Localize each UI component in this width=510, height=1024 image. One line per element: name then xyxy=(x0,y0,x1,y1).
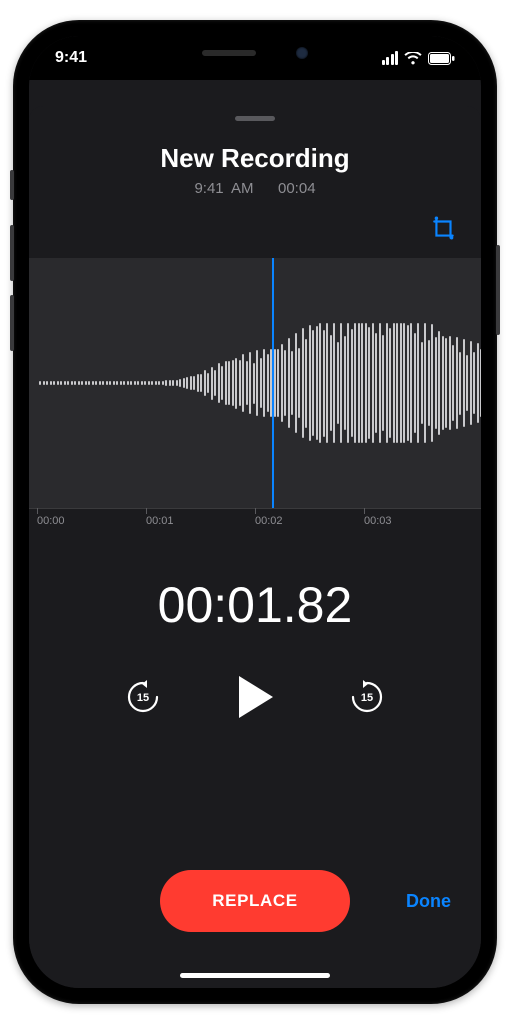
recording-duration: 00:04 xyxy=(278,180,316,197)
time-ruler: 00:00 00:01 00:02 00:03 xyxy=(29,508,481,542)
recording-meta: 9:41 AM 00:04 xyxy=(29,180,481,197)
mute-switch xyxy=(10,170,14,200)
status-right xyxy=(382,51,456,65)
status-time: 9:41 xyxy=(55,49,87,67)
ruler-tick: 00:03 xyxy=(364,515,473,542)
trim-button[interactable] xyxy=(431,215,457,246)
home-indicator[interactable] xyxy=(180,973,330,978)
playhead[interactable] xyxy=(272,258,274,508)
side-button xyxy=(496,245,500,335)
bezel: 9:41 xyxy=(21,28,489,996)
wifi-icon xyxy=(404,52,422,65)
volume-down-button xyxy=(10,295,14,351)
editor-sheet: New Recording 9:41 AM 00:04 xyxy=(29,106,481,988)
recording-title: New Recording xyxy=(29,143,481,174)
front-camera xyxy=(296,47,308,59)
earpiece-speaker xyxy=(202,50,256,56)
ruler-tick: 00:02 xyxy=(255,515,364,542)
sheet-grabber[interactable] xyxy=(235,116,275,121)
volume-up-button xyxy=(10,225,14,281)
waveform-area[interactable] xyxy=(29,258,481,508)
skip-forward-15-button[interactable]: 15 xyxy=(347,677,387,717)
ruler-tick: 00:01 xyxy=(146,515,255,542)
play-button[interactable] xyxy=(235,674,275,720)
skip-seconds-label: 15 xyxy=(347,677,387,717)
bottom-action-row: REPLACE Done xyxy=(29,870,481,932)
device-frame: 9:41 xyxy=(13,20,497,1004)
playback-position: 00:01.82 xyxy=(29,576,481,634)
waveform xyxy=(29,323,481,443)
recording-timestamp: 9:41 AM xyxy=(194,180,253,197)
done-button[interactable]: Done xyxy=(406,891,451,912)
skip-back-15-button[interactable]: 15 xyxy=(123,677,163,717)
battery-icon xyxy=(428,52,455,65)
screen: 9:41 xyxy=(29,36,481,988)
notch xyxy=(150,36,360,70)
replace-button[interactable]: REPLACE xyxy=(160,870,350,932)
playback-controls: 15 15 xyxy=(29,674,481,720)
ruler-tick: 00:00 xyxy=(37,515,146,542)
cellular-signal-icon xyxy=(382,51,399,65)
skip-seconds-label: 15 xyxy=(123,677,163,717)
